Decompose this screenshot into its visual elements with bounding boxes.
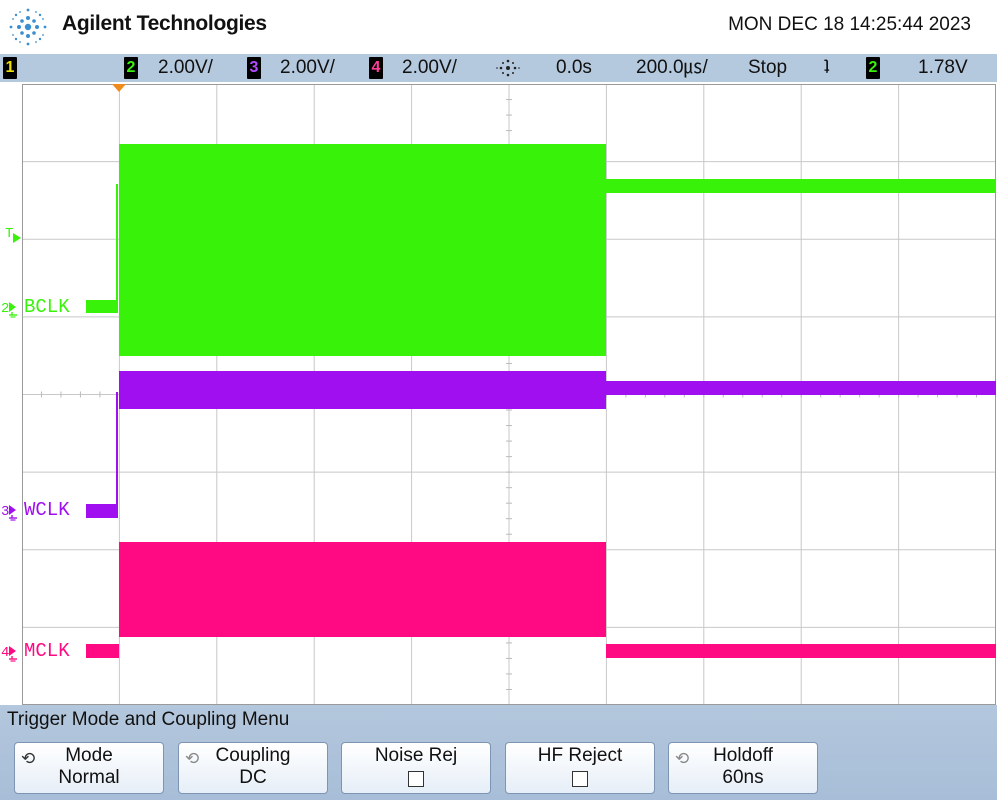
bclk-trace-idle (606, 179, 996, 193)
menu-title: Trigger Mode and Coupling Menu (7, 709, 290, 730)
coupling-softkey[interactable]: ⟲ Coupling DC (178, 742, 328, 794)
ground-icon (9, 302, 17, 318)
mclk-trace-idle (606, 644, 996, 658)
rotate-knob-icon: ⟲ (185, 749, 200, 768)
mode-softkey-value: Normal (58, 767, 120, 788)
rotate-knob-icon: ⟲ (21, 749, 36, 768)
coupling-softkey-value: DC (239, 767, 267, 788)
waveform-graticule (22, 84, 996, 705)
delay-icon (496, 59, 520, 77)
channel-2-indicator[interactable]: 2 (124, 57, 138, 79)
delay-value: 0.0s (556, 57, 592, 78)
timestamp: MON DEC 18 14:25:44 2023 (728, 14, 971, 35)
ground-icon (9, 505, 17, 521)
wclk-trace-idle (606, 381, 996, 395)
trigger-position-marker (112, 84, 126, 92)
bclk-label: BCLK (24, 296, 70, 318)
noise-rej-softkey[interactable]: Noise Rej (341, 742, 491, 794)
rotate-knob-icon: ⟲ (675, 749, 690, 768)
status-bar: 1 2 2.00V/ 3 2.00V/ 4 2.00V/ 0.0s 200.0㎲… (0, 54, 997, 82)
noise-rej-softkey-label: Noise Rej (374, 745, 458, 766)
trace-marker-column (0, 84, 22, 705)
ground-icon (9, 646, 17, 662)
waveform-display (22, 84, 996, 705)
mode-softkey[interactable]: ⟲ Mode Normal (14, 742, 164, 794)
channel-3-scale: 2.00V/ (280, 57, 335, 78)
mclk-trace-active (119, 542, 606, 637)
mclk-trace-baseline (86, 644, 119, 658)
brand-name: Agilent Technologies (62, 12, 267, 35)
channel-4-scale: 2.00V/ (402, 57, 457, 78)
wclk-label: WCLK (24, 499, 70, 521)
channel-4-indicator[interactable]: 4 (369, 57, 383, 79)
channel-1-indicator[interactable]: 1 (3, 57, 17, 79)
header: Agilent Technologies MON DEC 18 14:25:44… (0, 0, 997, 54)
channel-2-scale: 2.00V/ (158, 57, 213, 78)
trigger-source-indicator: 2 (866, 57, 880, 79)
holdoff-softkey-value: 60ns (722, 767, 764, 788)
noise-rej-checkbox[interactable] (408, 771, 424, 787)
hf-reject-checkbox[interactable] (572, 771, 588, 787)
trigger-level: 1.78V (918, 57, 968, 78)
bclk-trace-baseline (86, 300, 116, 313)
wclk-trace-baseline (86, 504, 116, 518)
agilent-spark-logo (9, 8, 47, 46)
channel-3-indicator[interactable]: 3 (247, 57, 261, 79)
hf-reject-softkey-label: HF Reject (537, 745, 623, 766)
hf-reject-softkey[interactable]: HF Reject (505, 742, 655, 794)
trigger-level-arrow-icon (13, 233, 21, 243)
wclk-trace-active (119, 371, 606, 409)
mode-softkey-label: Mode (65, 745, 113, 766)
run-state[interactable]: Stop (748, 57, 787, 79)
bclk-trace-active (119, 144, 606, 356)
trigger-edge-icon: ʇ (824, 57, 830, 78)
holdoff-softkey-label: Holdoff (713, 745, 773, 766)
mclk-label: MCLK (24, 640, 70, 662)
coupling-softkey-label: Coupling (215, 745, 291, 766)
timebase-value: 200.0㎲/ (636, 57, 708, 78)
holdoff-softkey[interactable]: ⟲ Holdoff 60ns (668, 742, 818, 794)
